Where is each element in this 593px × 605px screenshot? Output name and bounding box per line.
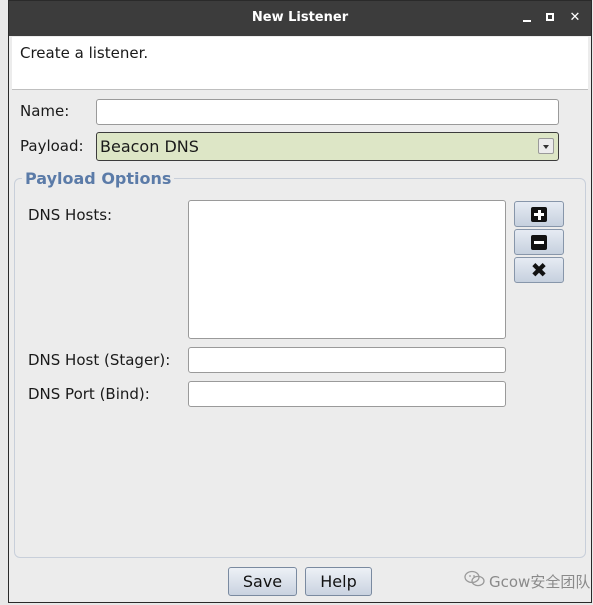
wechat-icon: [464, 570, 485, 587]
watermark: Gcow安全团队: [464, 568, 593, 592]
dns-port-bind-input[interactable]: [188, 381, 506, 407]
minimize-button[interactable]: [519, 10, 535, 26]
window-title: New Listener: [251, 10, 349, 25]
close-icon: ✕: [569, 10, 581, 25]
payload-options-title: Payload Options: [22, 169, 175, 188]
help-button[interactable]: Help: [305, 567, 372, 596]
dns-host-stager-label: DNS Host (Stager):: [28, 351, 171, 369]
x-icon: ✖: [530, 258, 548, 282]
minimize-icon: [523, 20, 531, 22]
chevron-down-icon[interactable]: [538, 138, 554, 154]
clear-hosts-button[interactable]: ✖: [514, 257, 564, 283]
watermark-text: Gcow安全团队: [489, 573, 591, 591]
close-button[interactable]: ✕: [567, 10, 583, 26]
dns-hosts-list[interactable]: [188, 200, 506, 339]
name-label: Name:: [20, 102, 70, 120]
payload-label: Payload:: [20, 137, 84, 155]
title-bar[interactable]: New Listener ✕: [9, 1, 591, 36]
plus-square-icon: [531, 207, 547, 222]
dns-port-bind-label: DNS Port (Bind):: [28, 385, 150, 403]
dns-hosts-label: DNS Hosts:: [28, 206, 113, 224]
name-input[interactable]: [96, 99, 559, 125]
save-button[interactable]: Save: [228, 567, 297, 596]
description-panel: Create a listener.: [12, 37, 588, 90]
description-text: Create a listener.: [20, 44, 149, 62]
dns-host-stager-input[interactable]: [188, 347, 506, 373]
new-listener-dialog: New Listener ✕ Create a listener. Name: …: [8, 0, 592, 603]
payload-selected-value: Beacon DNS: [100, 137, 199, 156]
maximize-button[interactable]: [542, 10, 558, 26]
minus-square-icon: [531, 235, 547, 250]
maximize-icon: [546, 13, 554, 21]
payload-select[interactable]: Beacon DNS: [96, 132, 559, 161]
add-host-button[interactable]: [514, 201, 564, 227]
remove-host-button[interactable]: [514, 229, 564, 255]
